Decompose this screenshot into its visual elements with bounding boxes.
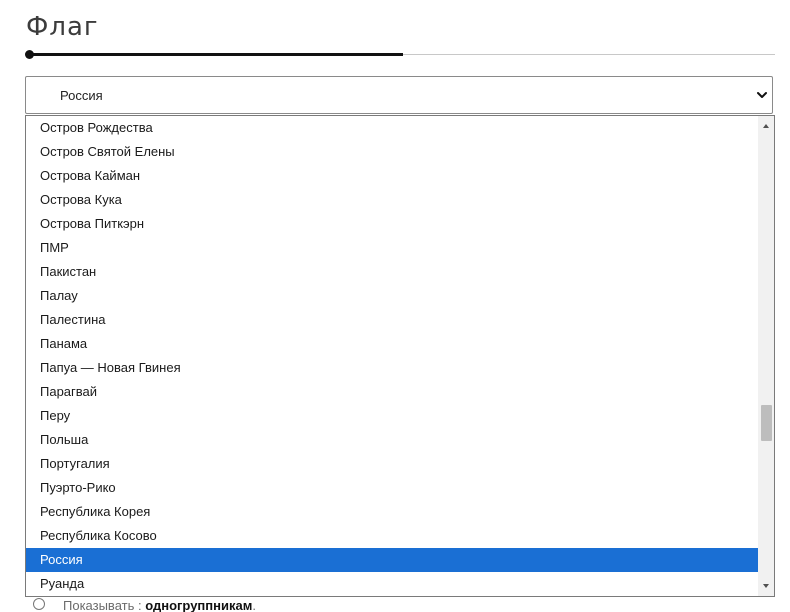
chevron-down-icon bbox=[757, 92, 767, 98]
progress-start-dot bbox=[25, 50, 34, 59]
scroll-up-arrow-icon[interactable] bbox=[758, 119, 774, 133]
visibility-audience: одногруппникам bbox=[145, 598, 253, 612]
visibility-option[interactable]: Показывать : одногруппникам. bbox=[33, 598, 256, 612]
dropdown-option[interactable]: Палау bbox=[26, 284, 758, 308]
dropdown-option[interactable]: Пакистан bbox=[26, 260, 758, 284]
dropdown-option[interactable]: Перу bbox=[26, 404, 758, 428]
dropdown-option[interactable]: Португалия bbox=[26, 452, 758, 476]
scrollbar[interactable] bbox=[758, 116, 774, 596]
dropdown-option[interactable]: Парагвай bbox=[26, 380, 758, 404]
dropdown-option[interactable]: Острова Кука bbox=[26, 188, 758, 212]
dropdown-list[interactable]: Остров Рождества Остров Святой Елены Остро… bbox=[25, 115, 775, 597]
scroll-down-arrow-icon[interactable] bbox=[758, 579, 774, 593]
select-value: Россия bbox=[60, 88, 103, 103]
visibility-suffix: . bbox=[252, 598, 256, 612]
dropdown-option[interactable]: Палестина bbox=[26, 308, 758, 332]
dropdown-option[interactable]: Пуэрто-Рико bbox=[26, 476, 758, 500]
section-title: Флаг bbox=[26, 12, 99, 42]
dropdown-option[interactable]: Польша bbox=[26, 428, 758, 452]
radio-button[interactable] bbox=[33, 598, 45, 610]
progress-fill bbox=[30, 53, 403, 56]
dropdown-option[interactable]: Остров Рождества bbox=[26, 116, 758, 140]
dropdown-option[interactable]: Острова Кайман bbox=[26, 164, 758, 188]
dropdown-option[interactable]: Республика Корея bbox=[26, 500, 758, 524]
dropdown-option[interactable]: Острова Питкэрн bbox=[26, 212, 758, 236]
scroll-thumb[interactable] bbox=[761, 405, 772, 441]
flag-select[interactable]: Россия bbox=[25, 76, 773, 114]
dropdown-option[interactable]: ПМР bbox=[26, 236, 758, 260]
progress-track bbox=[25, 50, 775, 59]
dropdown-option[interactable]: Остров Святой Елены bbox=[26, 140, 758, 164]
dropdown-option[interactable]: Папуа — Новая Гвинея bbox=[26, 356, 758, 380]
dropdown-option[interactable]: Республика Косово bbox=[26, 524, 758, 548]
dropdown-option[interactable]: Панама bbox=[26, 332, 758, 356]
dropdown-option[interactable]: Руанда bbox=[26, 572, 758, 596]
dropdown-option[interactable]: Россия bbox=[26, 548, 758, 572]
visibility-prefix: Показывать : bbox=[63, 598, 146, 612]
